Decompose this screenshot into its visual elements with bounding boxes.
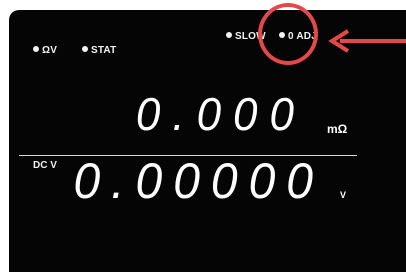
indicator-ohm-v-label: ΩV (42, 45, 58, 56)
indicator-ohm-v: ΩV (33, 45, 57, 57)
arrow-left-icon (328, 29, 406, 53)
main-reading-value: 0.000 (135, 88, 306, 141)
main-reading-unit: mΩ (327, 122, 348, 136)
sub-reading-unit: V (340, 190, 347, 200)
highlight-circle (258, 3, 318, 65)
indicator-dot-icon (226, 32, 232, 38)
sub-reading-label: DC V (33, 160, 57, 171)
indicator-stat: STAT (82, 45, 116, 57)
screenshot-frame: ΩV STAT SLOW 0 ADJ 0.000 mΩ DC V 0.00000… (0, 0, 406, 272)
indicator-dot-icon (82, 46, 88, 52)
sub-reading-value: 0.00000 (73, 153, 324, 210)
indicator-dot-icon (33, 46, 39, 52)
indicator-stat-label: STAT (91, 45, 117, 56)
